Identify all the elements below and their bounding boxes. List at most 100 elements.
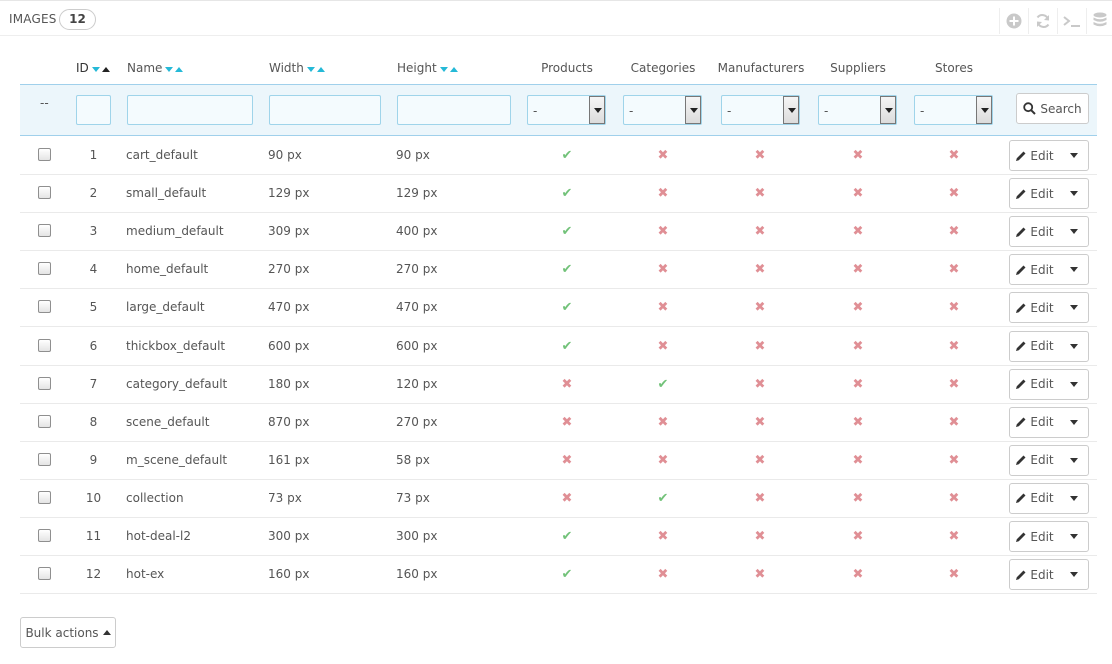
cross-icon[interactable]: ✖ <box>753 377 767 392</box>
cross-icon[interactable]: ✖ <box>851 377 865 392</box>
row-actions-dropdown-button[interactable] <box>1059 141 1088 170</box>
check-icon[interactable]: ✔ <box>656 491 670 506</box>
row-actions-dropdown-button[interactable] <box>1059 217 1088 246</box>
sort-asc-icon[interactable] <box>449 66 458 72</box>
column-header-id[interactable]: ID <box>76 61 110 76</box>
check-icon[interactable]: ✔ <box>560 225 574 239</box>
cross-icon[interactable]: ✖ <box>560 415 574 430</box>
edit-button[interactable]: Edit <box>1010 332 1059 361</box>
row-checkbox[interactable] <box>38 224 51 238</box>
sort-asc-icon[interactable] <box>316 66 325 72</box>
row-checkbox[interactable] <box>38 490 51 504</box>
edit-button[interactable]: Edit <box>1010 408 1059 437</box>
cross-icon[interactable]: ✖ <box>947 377 961 392</box>
cross-icon[interactable]: ✖ <box>851 301 865 315</box>
cross-icon[interactable]: ✖ <box>753 415 767 430</box>
cross-icon[interactable]: ✖ <box>656 187 670 201</box>
sort-asc-icon[interactable] <box>175 66 184 72</box>
filter-categories-select[interactable]: - <box>623 95 702 125</box>
refresh-button[interactable] <box>1028 8 1056 34</box>
cross-icon[interactable]: ✖ <box>656 301 670 315</box>
cross-icon[interactable]: ✖ <box>947 225 961 239</box>
edit-button[interactable]: Edit <box>1010 370 1059 399</box>
cross-icon[interactable]: ✖ <box>947 415 961 430</box>
row-actions-dropdown-button[interactable] <box>1059 408 1088 437</box>
cross-icon[interactable]: ✖ <box>753 453 767 468</box>
sort-desc-icon[interactable] <box>439 66 448 72</box>
cross-icon[interactable]: ✖ <box>851 530 865 544</box>
cross-icon[interactable]: ✖ <box>851 453 865 468</box>
column-header-name[interactable]: Name <box>127 61 184 76</box>
cross-icon[interactable]: ✖ <box>656 149 670 163</box>
cross-icon[interactable]: ✖ <box>947 339 961 354</box>
cross-icon[interactable]: ✖ <box>753 568 767 582</box>
row-checkbox[interactable] <box>38 186 51 200</box>
cross-icon[interactable]: ✖ <box>753 301 767 315</box>
cross-icon[interactable]: ✖ <box>851 415 865 430</box>
row-checkbox[interactable] <box>38 300 51 314</box>
cross-icon[interactable]: ✖ <box>753 530 767 544</box>
edit-button[interactable]: Edit <box>1010 217 1059 246</box>
cross-icon[interactable]: ✖ <box>656 453 670 468</box>
filter-id-input[interactable] <box>76 95 111 125</box>
check-icon[interactable]: ✔ <box>560 149 574 163</box>
edit-button[interactable]: Edit <box>1010 560 1059 589</box>
cross-icon[interactable]: ✖ <box>947 149 961 163</box>
cross-icon[interactable]: ✖ <box>656 263 670 277</box>
row-actions-dropdown-button[interactable] <box>1059 560 1088 589</box>
cross-icon[interactable]: ✖ <box>947 301 961 315</box>
cross-icon[interactable]: ✖ <box>851 187 865 201</box>
row-checkbox[interactable] <box>38 262 51 276</box>
filter-stores-select[interactable]: - <box>914 95 993 125</box>
cross-icon[interactable]: ✖ <box>753 225 767 239</box>
database-button[interactable] <box>1086 8 1112 34</box>
row-checkbox[interactable] <box>38 567 51 581</box>
sql-query-button[interactable] <box>1057 8 1085 34</box>
row-actions-dropdown-button[interactable] <box>1059 179 1088 208</box>
row-actions-dropdown-button[interactable] <box>1059 332 1088 361</box>
cross-icon[interactable]: ✖ <box>656 568 670 582</box>
cross-icon[interactable]: ✖ <box>851 339 865 354</box>
row-actions-dropdown-button[interactable] <box>1059 370 1088 399</box>
cross-icon[interactable]: ✖ <box>947 453 961 468</box>
cross-icon[interactable]: ✖ <box>947 491 961 506</box>
row-actions-dropdown-button[interactable] <box>1059 255 1088 284</box>
cross-icon[interactable]: ✖ <box>947 263 961 277</box>
filter-height-input[interactable] <box>397 95 511 125</box>
cross-icon[interactable]: ✖ <box>753 491 767 506</box>
cross-icon[interactable]: ✖ <box>947 187 961 201</box>
bulk-actions-button[interactable]: Bulk actions <box>20 617 116 648</box>
filter-products-select[interactable]: - <box>527 95 606 125</box>
filter-name-input[interactable] <box>127 95 253 125</box>
cross-icon[interactable]: ✖ <box>560 453 574 468</box>
edit-button[interactable]: Edit <box>1010 293 1059 322</box>
cross-icon[interactable]: ✖ <box>851 149 865 163</box>
cross-icon[interactable]: ✖ <box>656 530 670 544</box>
cross-icon[interactable]: ✖ <box>753 263 767 277</box>
row-actions-dropdown-button[interactable] <box>1059 446 1088 475</box>
cross-icon[interactable]: ✖ <box>851 263 865 277</box>
edit-button[interactable]: Edit <box>1010 522 1059 551</box>
row-actions-dropdown-button[interactable] <box>1059 293 1088 322</box>
add-new-button[interactable] <box>999 8 1027 34</box>
row-actions-dropdown-button[interactable] <box>1059 522 1088 551</box>
check-icon[interactable]: ✔ <box>560 568 574 582</box>
cross-icon[interactable]: ✖ <box>851 225 865 239</box>
filter-manufacturers-select[interactable]: - <box>721 95 800 125</box>
edit-button[interactable]: Edit <box>1010 255 1059 284</box>
edit-button[interactable]: Edit <box>1010 141 1059 170</box>
cross-icon[interactable]: ✖ <box>851 491 865 506</box>
cross-icon[interactable]: ✖ <box>947 530 961 544</box>
check-icon[interactable]: ✔ <box>560 301 574 315</box>
sort-desc-icon[interactable] <box>306 66 315 72</box>
cross-icon[interactable]: ✖ <box>753 149 767 163</box>
row-checkbox[interactable] <box>38 338 51 352</box>
check-icon[interactable]: ✔ <box>656 377 670 392</box>
sort-desc-icon[interactable] <box>91 66 100 72</box>
row-checkbox[interactable] <box>38 452 51 466</box>
check-icon[interactable]: ✔ <box>560 187 574 201</box>
edit-button[interactable]: Edit <box>1010 446 1059 475</box>
row-checkbox[interactable] <box>38 376 51 390</box>
cross-icon[interactable]: ✖ <box>656 415 670 430</box>
row-actions-dropdown-button[interactable] <box>1059 484 1088 513</box>
